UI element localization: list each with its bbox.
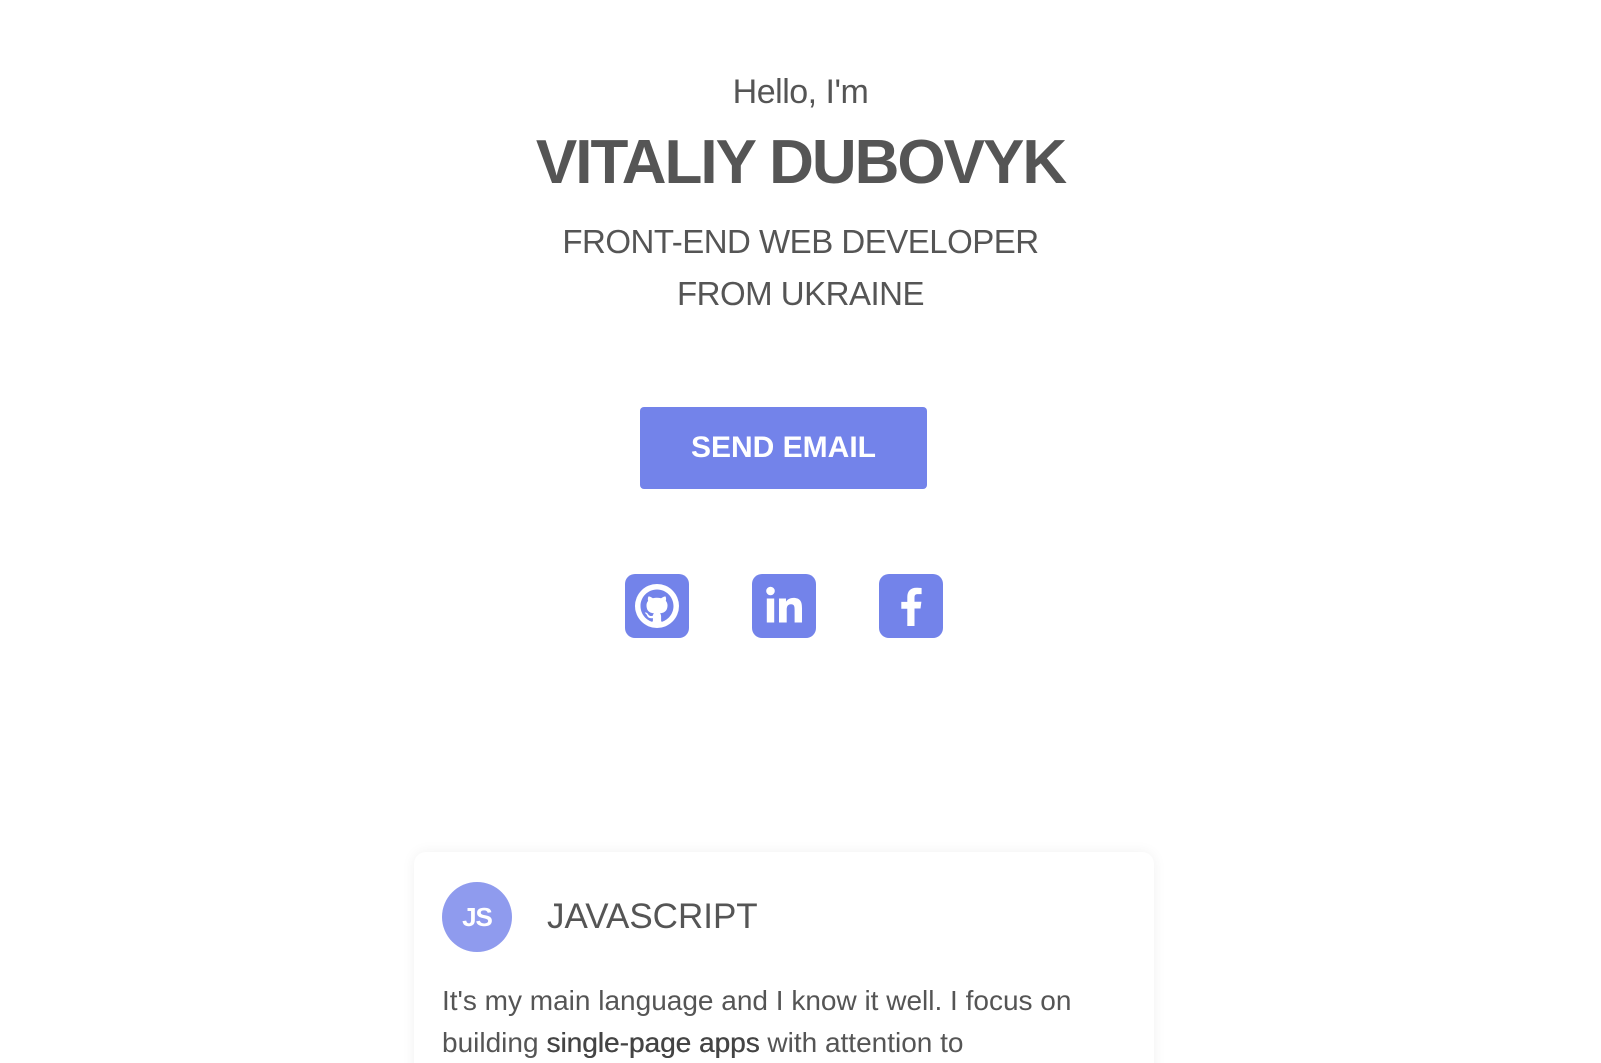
linkedin-icon bbox=[766, 586, 802, 623]
role-line-1: FRONT-END WEB DEVELOPER bbox=[562, 223, 1039, 260]
skill-description: It's my main language and I know it well… bbox=[442, 980, 1132, 1063]
facebook-icon bbox=[901, 587, 922, 626]
social-links bbox=[625, 574, 945, 638]
skill-text-highlight: single-page apps bbox=[546, 1027, 760, 1058]
greeting-text: Hello, I'm bbox=[732, 73, 869, 111]
role-line-2: FROM UKRAINE bbox=[676, 275, 925, 312]
developer-name: VITALIY DUBOVYK bbox=[535, 128, 1067, 197]
facebook-link[interactable] bbox=[879, 574, 943, 638]
github-link[interactable] bbox=[625, 574, 689, 638]
send-email-button[interactable]: SEND EMAIL bbox=[640, 407, 927, 489]
skill-badge: JS bbox=[442, 882, 512, 952]
role-subtitle: FRONT-END WEB DEVELOPER FROM UKRAINE bbox=[0, 216, 1601, 320]
skill-title: JAVASCRIPT bbox=[547, 897, 758, 936]
linkedin-link[interactable] bbox=[752, 574, 816, 638]
skill-card-javascript: JS JAVASCRIPT It's my main language and … bbox=[414, 852, 1154, 1063]
github-icon bbox=[635, 584, 679, 628]
skill-text-part-2: with attention to bbox=[759, 1027, 964, 1058]
